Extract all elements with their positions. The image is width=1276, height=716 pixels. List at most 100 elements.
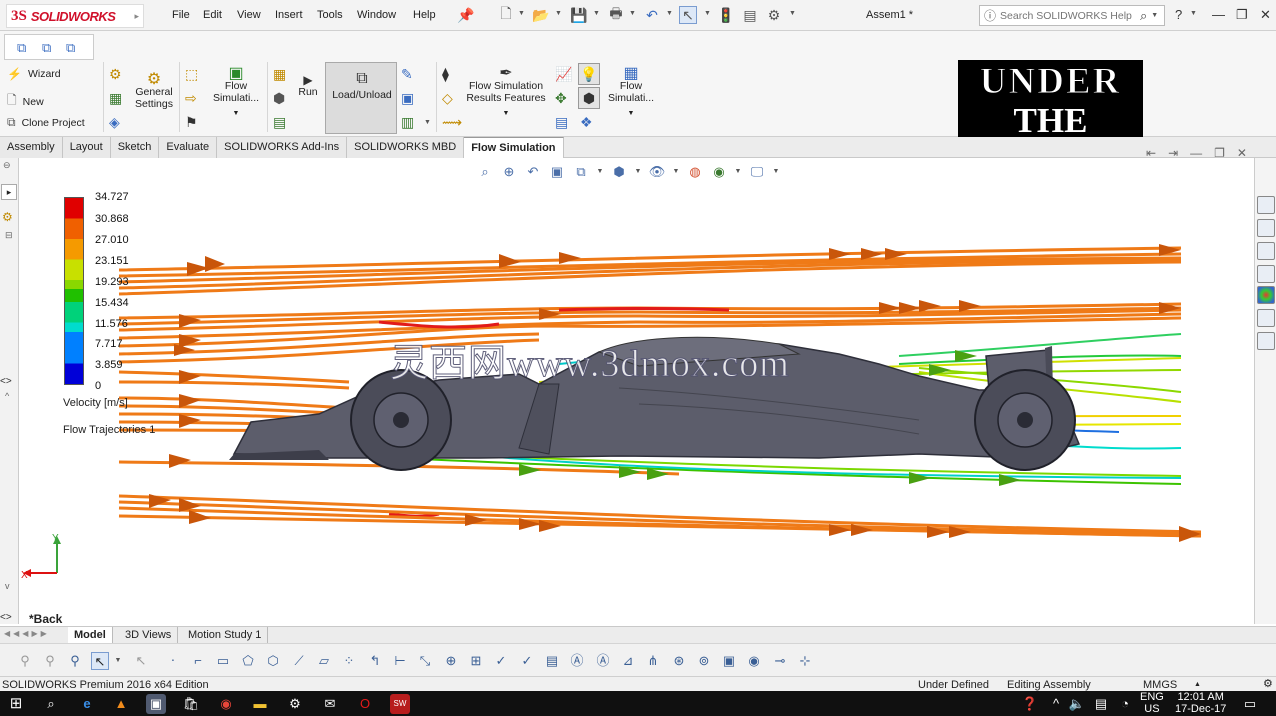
solver-icon[interactable]: ⬢ <box>273 90 285 107</box>
help-question-icon[interactable]: ? <box>1175 7 1182 22</box>
filter-sketch-points-icon[interactable]: ⁘ <box>340 652 358 670</box>
xy-plot-icon[interactable]: ▥ <box>401 114 414 131</box>
edit-appearance-icon[interactable]: ◍ <box>686 163 704 181</box>
zoom-to-area-icon[interactable]: ⊕ <box>500 163 518 181</box>
viewport-close-button[interactable]: ✕ <box>1237 146 1247 160</box>
select-cursor-icon[interactable]: ↖ <box>679 6 697 24</box>
chevron-down-icon[interactable]: ▼ <box>209 108 263 120</box>
assembly-tree-icon[interactable]: ⚙ <box>2 210 13 224</box>
app-window-icon[interactable]: ▣ <box>146 694 166 714</box>
settings-gear-icon[interactable]: ⚙ <box>285 694 305 714</box>
forum-icon[interactable] <box>1257 332 1275 350</box>
filter-mesh-facets-icon[interactable]: ⊸ <box>771 652 789 670</box>
appearances-icon[interactable] <box>1257 286 1275 304</box>
chevron-down-icon[interactable]: ▼ <box>634 163 642 181</box>
tab-evaluate[interactable]: Evaluate <box>159 137 218 158</box>
print-icon[interactable]: 🖶 <box>607 5 625 24</box>
load-unload-button[interactable]: ⧉ Load/Unload <box>325 62 397 134</box>
filter-notes-icon[interactable]: ▤ <box>543 652 561 670</box>
solidworks-logo[interactable]: 3S SOLIDWORKS ▸ <box>6 4 144 28</box>
general-settings-button[interactable]: ⚙ General Settings <box>132 72 176 111</box>
boundary-condition-icon[interactable]: ⇨ <box>185 90 197 107</box>
mesh-icon[interactable]: ▦ <box>273 66 286 83</box>
tab-3d-views[interactable]: 3D Views <box>119 627 179 644</box>
restore-button[interactable]: ❐ <box>1236 7 1248 23</box>
panel-splitter-icon[interactable]: <> <box>0 376 12 387</box>
edge-browser-icon[interactable]: e <box>77 694 97 714</box>
menu-file[interactable]: File <box>172 9 190 21</box>
new-document-icon[interactable]: 🗋 <box>497 5 515 24</box>
language-indicator[interactable]: ENG US <box>1140 691 1164 715</box>
customize-icon[interactable]: ⚙ <box>1263 677 1273 691</box>
chevron-down-icon[interactable]: v <box>5 581 10 591</box>
menu-insert[interactable]: Insert <box>275 9 303 21</box>
wizard-button[interactable]: ⚡ Wizard <box>7 67 61 81</box>
isosurface-icon[interactable]: ⧫ <box>442 66 449 83</box>
tab-scroll-arrows-icon[interactable]: ◀◀◀▶▶ <box>4 629 50 638</box>
filter-planes-icon[interactable]: ▱ <box>315 652 333 670</box>
view-orientation-icon[interactable]: ⧉ <box>572 163 590 181</box>
results-features-button[interactable]: ✒ Flow Simulation Results Features ▼ <box>464 66 548 120</box>
chevron-up-icon[interactable]: ▲ <box>1194 678 1201 692</box>
filter-weld-symbols-icon[interactable]: Ⓐ <box>594 652 612 670</box>
collapse-icon[interactable]: ⊟ <box>5 230 13 241</box>
unit-system-selector[interactable]: MMGS <box>1143 678 1177 692</box>
menu-window[interactable]: Window <box>357 9 396 21</box>
flow-simulation-options-button[interactable]: ▦ Flow Simulati... ▼ <box>604 66 658 120</box>
menu-help[interactable]: Help <box>413 9 436 21</box>
windows-start-icon[interactable]: ⊞ <box>6 694 26 714</box>
search-input[interactable] <box>1000 9 1141 22</box>
zoom-to-fit-icon[interactable]: ⌕ <box>476 163 494 181</box>
viewport-minimize-button[interactable]: — <box>1190 146 1202 160</box>
filter-cosmetic-threads-icon[interactable]: ⋔ <box>644 652 662 670</box>
clone-project-button[interactable]: ⧉ Clone Project <box>7 115 85 130</box>
network-icon[interactable]: ▤ <box>1091 694 1111 714</box>
view-palette-icon[interactable] <box>1257 265 1275 283</box>
computational-domain-icon[interactable]: ⬚ <box>185 66 198 83</box>
chevron-down-icon[interactable]: ▼ <box>555 10 562 17</box>
system-clock[interactable]: 12:01 AM 17-Dec-17 <box>1175 691 1226 715</box>
notification-icon[interactable]: ▭ <box>1240 694 1260 714</box>
tab-sketch[interactable]: Sketch <box>110 137 160 158</box>
filter-vertices-icon[interactable]: ⋅ <box>164 652 182 670</box>
chevron-down-icon[interactable]: ▼ <box>424 119 431 126</box>
feature-manager-panel[interactable]: ⊖ ▸ ⚙ ⊟ <> ^ v <> <box>0 158 19 624</box>
assembly-icon[interactable]: ⧉ <box>66 40 75 56</box>
gear-icon[interactable]: ⚙ <box>765 6 783 24</box>
flow-parameter-icon[interactable]: ◈ <box>109 114 120 131</box>
assembly-icon[interactable]: ⧉ <box>17 40 26 56</box>
chevron-down-icon[interactable]: ▼ <box>629 10 636 17</box>
close-button[interactable]: ✕ <box>1260 7 1271 23</box>
filter-edges-icon[interactable]: ⌐ <box>189 652 207 670</box>
viewport-forward-icon[interactable]: ⇥ <box>1168 146 1178 160</box>
view-settings-icon[interactable]: 🖵 <box>748 163 766 181</box>
filter-clear-icon[interactable]: ⚲ <box>41 652 59 670</box>
chevron-down-icon[interactable]: ▼ <box>518 10 525 17</box>
filter-mesh-edges-icon[interactable]: ⊹ <box>796 652 814 670</box>
tab-mbd[interactable]: SOLIDWORKS MBD <box>347 137 465 158</box>
filter-centerline-icon[interactable]: ⊕ <box>442 652 460 670</box>
viewport-back-icon[interactable]: ⇤ <box>1146 146 1156 160</box>
animation-icon[interactable]: ✥ <box>555 90 567 107</box>
chevron-down-icon[interactable]: ▼ <box>734 163 742 181</box>
vlc-icon[interactable]: ▲ <box>111 694 131 714</box>
tab-assembly[interactable]: Assembly <box>0 137 63 158</box>
tab-model[interactable]: Model <box>68 627 113 644</box>
surface-plot-icon[interactable]: ▣ <box>401 90 414 107</box>
tab-addins[interactable]: SOLIDWORKS Add-Ins <box>217 137 348 158</box>
filter-blocks-icon[interactable]: ⊛ <box>670 652 688 670</box>
chevron-down-icon[interactable]: ▼ <box>113 652 123 670</box>
chevron-down-icon[interactable]: ▼ <box>772 163 780 181</box>
filter-datum-feature-icon[interactable]: Ⓐ <box>568 652 586 670</box>
chevron-down-icon[interactable]: ▼ <box>593 10 600 17</box>
display-style-icon[interactable]: ⬢ <box>610 163 628 181</box>
solidworks-taskbar-icon[interactable]: SW <box>390 694 410 714</box>
chevron-down-icon[interactable]: ▼ <box>672 163 680 181</box>
filter-axes-icon[interactable]: ⟋ <box>290 652 308 670</box>
chevron-down-icon[interactable]: ▼ <box>666 10 673 17</box>
chevron-down-icon[interactable]: ▼ <box>596 163 604 181</box>
flow-simulation-button[interactable]: ▣ Flow Simulati... ▼ <box>209 66 263 120</box>
chart-icon[interactable]: 📈 <box>555 66 572 83</box>
chevron-down-icon[interactable]: ▼ <box>464 108 548 120</box>
filter-routing-points-icon[interactable]: ◉ <box>745 652 763 670</box>
